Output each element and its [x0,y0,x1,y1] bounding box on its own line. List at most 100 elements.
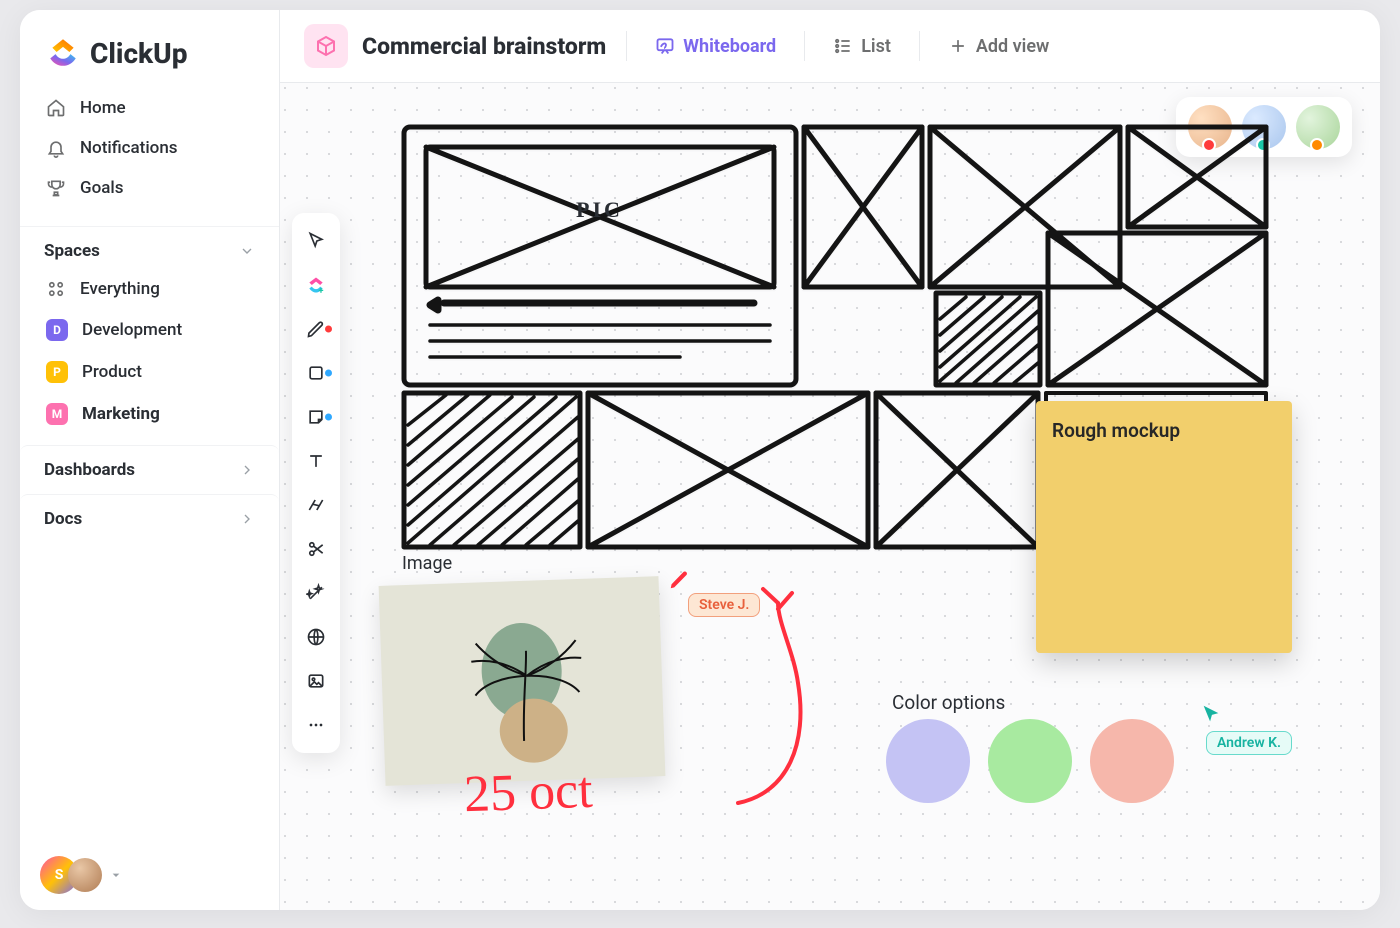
web-embed-tool[interactable] [296,617,336,657]
sidebar-section-dashboards[interactable]: Dashboards [20,445,279,494]
collaborator-cursor-andrew: Andrew K. [1206,731,1292,755]
sticky-note-icon [306,407,326,427]
sketch-pic-label: PIC [576,197,623,223]
board-title[interactable]: Commercial brainstorm [362,33,606,60]
user-menu[interactable]: S [20,840,279,910]
view-tab-list[interactable]: List [825,30,899,63]
divider [804,31,805,61]
square-icon [306,363,326,383]
bell-icon [46,138,66,158]
cube-icon [314,34,338,58]
grid-dots-icon [46,279,66,299]
user-avatar-photo [68,858,102,892]
sidebar-item-notifications[interactable]: Notifications [34,128,265,168]
sidebar-item-goals[interactable]: Goals [34,168,265,208]
scissors-tool[interactable] [296,529,336,569]
space-development[interactable]: D Development [34,309,265,351]
chevron-down-icon [239,243,255,259]
chevron-right-icon [239,511,255,527]
spaces-header-label: Spaces [44,241,100,261]
svg-text:+: + [319,286,324,295]
clickup-mini-icon: + [306,275,326,295]
handwritten-date[interactable]: 25 oct [463,761,594,824]
clickup-task-tool[interactable]: + [296,265,336,305]
pen-tool[interactable] [296,309,336,349]
view-tab-label: List [861,36,891,57]
pen-icon [306,319,326,339]
collaborator-name: Andrew K. [1206,731,1292,755]
brand-name: ClickUp [90,37,187,70]
sidebar-section-docs[interactable]: Docs [20,494,279,543]
sparkle-icon [306,583,326,603]
list-icon [833,36,853,56]
connector-tool[interactable] [296,485,336,525]
sidebar-item-home[interactable]: Home [34,88,265,128]
spaces-list: Everything D Development P Product M Mar… [20,269,279,445]
divider [919,31,920,61]
magic-tool[interactable] [296,573,336,613]
divider [626,31,627,61]
collaborator-avatar[interactable] [1296,105,1340,149]
caret-down-icon [108,867,124,883]
hand-drawn-arrow[interactable] [708,583,828,813]
collaborator-cursor-steve: Steve J. [688,593,760,617]
collaborator-cursor-icon [668,569,690,591]
text-icon [306,451,326,471]
view-tab-whiteboard[interactable]: Whiteboard [647,30,784,63]
plus-icon [948,36,968,56]
image-object-label: Image [402,553,452,574]
whiteboard-canvas[interactable]: + [280,83,1380,910]
home-icon [46,98,66,118]
spaces-header[interactable]: Spaces [20,226,279,269]
add-view-label: Add view [976,36,1049,57]
space-product[interactable]: P Product [34,351,265,393]
top-bar: Commercial brainstorm Whiteboard List Ad… [280,10,1380,83]
space-marketing[interactable]: M Marketing [34,393,265,435]
space-chip: P [46,361,68,383]
select-tool[interactable] [296,221,336,261]
color-swatch[interactable] [1090,719,1174,803]
sticky-tool[interactable] [296,397,336,437]
scissors-icon [306,539,326,559]
space-label: Product [82,362,142,382]
image-card[interactable] [379,576,666,786]
more-tools[interactable] [296,705,336,745]
space-label: Development [82,320,182,340]
connector-icon [306,495,326,515]
space-label: Everything [80,279,160,299]
shape-tool[interactable] [296,353,336,393]
add-view-button[interactable]: Add view [940,30,1057,63]
clickup-logo-icon [46,36,80,70]
color-swatch[interactable] [988,719,1072,803]
chevron-right-icon [239,462,255,478]
space-everything[interactable]: Everything [34,269,265,309]
color-options-label: Color options [892,691,1005,714]
more-icon [306,715,326,735]
plant-illustration-icon [379,576,666,786]
nav-label: Goals [80,178,123,198]
main-area: Commercial brainstorm Whiteboard List Ad… [280,10,1380,910]
image-icon [306,671,326,691]
whiteboard-toolbar: + [292,213,340,753]
collaborator-name: Steve J. [688,593,760,617]
globe-icon [306,627,326,647]
view-tab-label: Whiteboard [683,36,776,57]
text-tool[interactable] [296,441,336,481]
space-chip: M [46,403,68,425]
color-swatch[interactable] [886,719,970,803]
sticky-note[interactable]: Rough mockup [1036,401,1292,653]
section-label: Docs [44,509,82,529]
trophy-icon [46,178,66,198]
space-label: Marketing [82,404,160,424]
sidebar: ClickUp Home Notifications Goals Spaces [20,10,280,910]
board-icon [304,24,348,68]
sticky-note-text: Rough mockup [1052,419,1180,442]
space-chip: D [46,319,68,341]
nav-label: Notifications [80,138,178,158]
color-swatches [886,719,1174,803]
app-window: ClickUp Home Notifications Goals Spaces [20,10,1380,910]
whiteboard-icon [655,36,675,56]
brand-logo[interactable]: ClickUp [20,10,279,84]
image-tool[interactable] [296,661,336,701]
cursor-icon [306,231,326,251]
